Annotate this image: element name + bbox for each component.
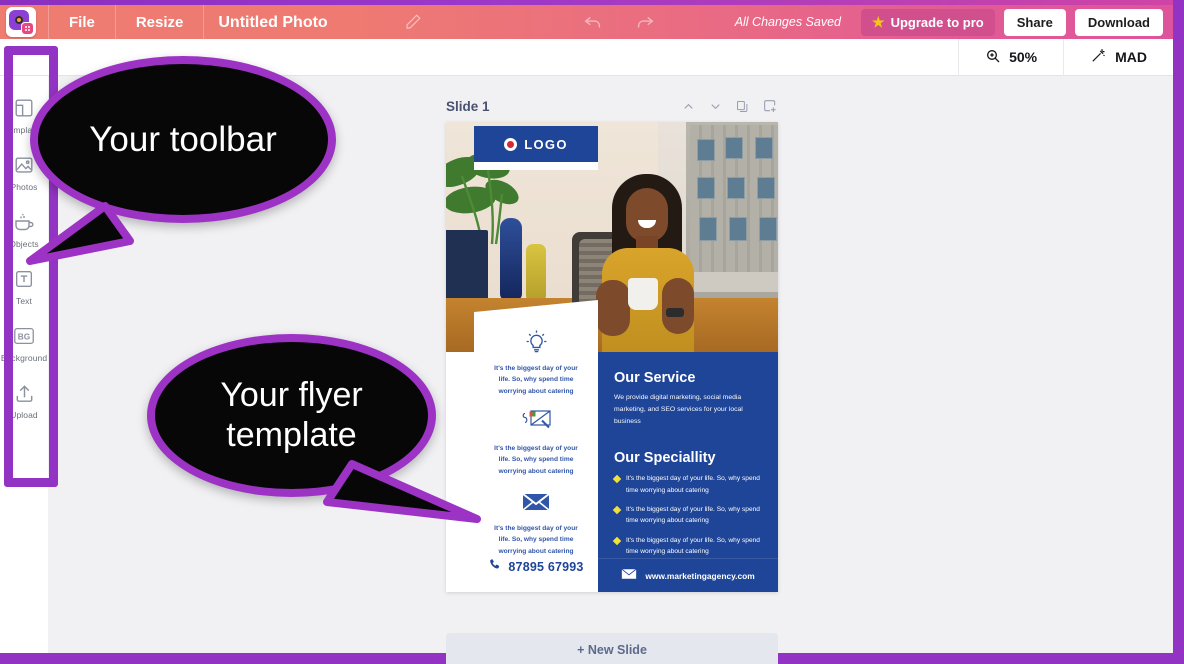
sidebar-item-label: Background [0, 353, 48, 363]
callout-toolbar: Your toolbar [26, 56, 336, 265]
document-title[interactable]: Untitled Photo [204, 3, 347, 42]
photo-yellow-vase [526, 244, 546, 300]
callout-flyer-tail [323, 460, 481, 523]
phone-icon [488, 558, 501, 576]
zoom-level: 50% [1009, 49, 1038, 65]
flyer-logo-text: LOGO [524, 136, 568, 152]
photo-building-window [758, 178, 774, 198]
feature-item: It's the biggest day of your life. So, w… [482, 486, 590, 557]
list-item: It's the biggest day of your life. So, w… [612, 473, 764, 496]
flyer-website-text: www.marketingagency.com [645, 570, 755, 581]
flyer-features-column: It's the biggest day of your life. So, w… [474, 300, 598, 592]
upgrade-label: Upgrade to pro [890, 14, 984, 30]
duplicate-slide-icon[interactable] [735, 99, 750, 114]
photo-building-window [756, 138, 772, 158]
chevron-up-icon[interactable] [681, 99, 696, 114]
sidebar-item-label: Upload [10, 410, 38, 420]
photo-building-window [760, 218, 776, 240]
photo-coffee-cup [628, 278, 658, 310]
svg-text:BG: BG [18, 332, 30, 342]
app-root: File Resize Untitled Photo All Changes S… [0, 0, 1184, 664]
photo-monitor [446, 230, 488, 302]
file-menu[interactable]: File [49, 3, 115, 42]
slide-title: Slide 1 [446, 98, 490, 114]
list-item: It's the biggest day of your life. So, w… [612, 504, 764, 527]
share-button[interactable]: Share [1003, 8, 1066, 36]
flyer-service-column: Our Service We provide digital marketing… [598, 352, 778, 592]
photo-building-window [728, 178, 744, 198]
photo-blue-vase [500, 218, 522, 300]
speciality-heading: Our Speciallity [614, 450, 716, 467]
diamond-bullet-icon [612, 536, 622, 545]
chevron-down-icon[interactable] [708, 99, 723, 114]
logo-badge [21, 22, 34, 35]
feature-text: It's the biggest day of your life. So, w… [494, 524, 578, 555]
service-heading: Our Service [614, 370, 696, 386]
slide-tools [681, 98, 778, 114]
sidebar-item-upload[interactable]: Upload [0, 371, 48, 428]
feature-item: It's the biggest day of your life. So, w… [482, 326, 590, 397]
mad-button[interactable]: MAD [1063, 38, 1173, 76]
list-item-text: It's the biggest day of your life. So, w… [626, 505, 760, 525]
envelope-icon [482, 486, 590, 516]
new-slide-button[interactable]: + New Slide [446, 633, 778, 664]
callout-flyer-template: Your flyer template [147, 334, 481, 523]
flyer-logo-block: LOGO [474, 126, 598, 170]
upload-arrow-icon [11, 380, 37, 406]
callout-toolbar-tail [26, 202, 134, 265]
mad-label: MAD [1115, 49, 1147, 65]
history-controls [582, 11, 656, 33]
envelope-white-icon [621, 567, 638, 585]
photo-person [588, 174, 706, 352]
add-slide-icon[interactable] [762, 98, 778, 114]
photo-building-window [726, 138, 742, 158]
sidebar-item-label: Text [16, 296, 32, 306]
photo-person-arm-left [596, 280, 630, 336]
drawing-tablet-pen-icon [482, 406, 590, 436]
sidebar-item-background[interactable]: BG Background [0, 314, 48, 371]
diamond-bullet-icon [612, 505, 622, 515]
redo-arrow-icon[interactable] [634, 11, 656, 33]
photo-building-window [730, 218, 746, 240]
speciality-list: It's the biggest day of your life. So, w… [612, 473, 764, 558]
list-item-text: It's the biggest day of your life. So, w… [626, 536, 760, 555]
feature-text: It's the biggest day of your life. So, w… [494, 444, 578, 475]
diamond-bullet-icon [612, 475, 622, 484]
magic-wand-icon [1090, 47, 1107, 67]
flyer-phone-row: 87895 67993 [474, 558, 598, 576]
undo-arrow-icon[interactable] [582, 11, 604, 33]
flyer-slide[interactable]: LOGO It's the biggest day of your life. … [446, 122, 778, 592]
list-item-text: It's the biggest day of your life. So, w… [626, 475, 760, 494]
zoom-magnifier-icon [985, 48, 1001, 67]
photo-building-window [698, 140, 714, 160]
flyer-website-row: www.marketingagency.com [598, 558, 778, 592]
flyer-phone-number: 87895 67993 [508, 560, 584, 574]
zoom-control[interactable]: 50% [958, 38, 1063, 76]
flyer-logo-bar: LOGO [474, 126, 598, 162]
resize-menu[interactable]: Resize [116, 3, 204, 42]
background-bg-icon: BG [11, 323, 37, 349]
feature-text: It's the biggest day of your life. So, w… [494, 365, 578, 395]
photo-person-face [626, 188, 668, 242]
star-icon: ★ [872, 13, 885, 30]
camera-app-logo-icon[interactable] [6, 7, 36, 37]
top-toolbar: File Resize Untitled Photo All Changes S… [0, 0, 1173, 42]
service-text: We provide digital marketing, social med… [614, 394, 743, 426]
upgrade-to-pro-button[interactable]: ★ Upgrade to pro [861, 8, 995, 36]
save-status: All Changes Saved [734, 15, 842, 29]
feature-item: It's the biggest day of your life. So, w… [482, 406, 590, 477]
download-button[interactable]: Download [1074, 8, 1163, 36]
pencil-icon[interactable] [404, 13, 422, 31]
slide-header: Slide 1 [446, 94, 778, 118]
photo-person-arm-right [662, 278, 694, 334]
list-item: It's the biggest day of your life. So, w… [612, 535, 764, 558]
photo-wristwatch [666, 308, 684, 317]
lightbulb-icon [482, 326, 590, 356]
logo-circle-icon [504, 137, 518, 151]
